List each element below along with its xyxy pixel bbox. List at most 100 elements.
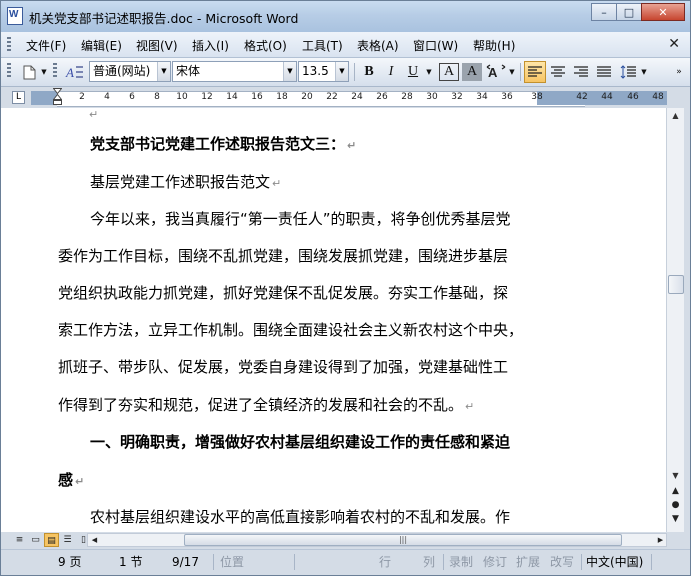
italic-button[interactable]: I <box>381 61 401 83</box>
menu-help[interactable]: 帮助(H) <box>473 37 515 54</box>
style-dropdown-icon[interactable]: ▼ <box>157 62 170 81</box>
ruler-number: 26 <box>376 92 388 102</box>
ruler-number: 2 <box>79 92 85 102</box>
outline-view-icon[interactable]: ☰ <box>60 533 75 547</box>
paragraph-text: 委作为工作目标，围绕不乱抓党建，围绕发展抓党建，围绕进步基层 <box>58 247 509 265</box>
scroll-left-icon[interactable]: ◀ <box>87 533 102 547</box>
underline-dropdown-icon[interactable]: ▼ <box>423 61 435 83</box>
new-document-dropdown-icon[interactable]: ▼ <box>39 61 49 83</box>
ruler-number: 10 <box>176 92 188 102</box>
paragraph-text: 农村基层组织建设水平的高低直接影响着农村的不乱和发展。作 <box>90 508 511 526</box>
menu-view[interactable]: 视图(V) <box>136 37 178 54</box>
next-page-icon[interactable]: ▼ <box>668 513 683 525</box>
document-close-icon[interactable]: ✕ <box>668 36 680 52</box>
style-select[interactable]: 普通(网站) ▼ <box>89 61 171 82</box>
line-spacing-dropdown-icon[interactable]: ▼ <box>639 61 649 83</box>
svg-text:A: A <box>65 65 74 80</box>
character-shading-button[interactable]: A <box>462 63 482 81</box>
style-select-value: 普通(网站) <box>93 64 151 78</box>
menu-insert[interactable]: 插入(I) <box>192 37 229 54</box>
web-view-icon[interactable]: ▭ <box>28 533 43 547</box>
document-page[interactable]: ↵ 党支部书记党建工作述职报告范文三： ↵ 基层党建工作述职报告范文 ↵ 今年以来，… <box>1 108 666 532</box>
doc-paragraph[interactable]: 党组织执政能力抓党建，抓好党建保不乱促发展。夯实工作基础，探 <box>58 282 508 303</box>
status-extend[interactable]: 扩展 <box>516 553 540 571</box>
scroll-right-icon[interactable]: ▶ <box>653 533 668 547</box>
justify-button[interactable] <box>593 61 615 83</box>
ruler-number: 46 <box>627 92 639 102</box>
font-dropdown-icon[interactable]: ▼ <box>283 62 296 81</box>
character-border-button[interactable]: A <box>439 63 459 81</box>
font-size-select[interactable]: 13.5 ▼ <box>298 61 349 82</box>
line-spacing-icon[interactable] <box>617 61 639 83</box>
doc-paragraph[interactable]: 索工作方法，立异工作机制。围绕全面建设社会主义新农村这个中央， <box>58 319 523 340</box>
caption-buttons: – □ ✕ <box>591 3 685 21</box>
word-app-icon[interactable] <box>7 7 23 25</box>
indent-marker-icon[interactable] <box>53 88 62 106</box>
status-record[interactable]: 录制 <box>449 553 473 571</box>
status-page-of: 9/17 <box>172 555 199 569</box>
menu-tools[interactable]: 工具(T) <box>302 37 343 54</box>
minimize-button[interactable]: – <box>591 3 617 21</box>
doc-paragraph[interactable]: 农村基层组织建设水平的高低直接影响着农村的不乱和发展。作 <box>90 506 510 527</box>
tab-selector-icon[interactable]: L <box>12 91 25 104</box>
doc-paragraph[interactable]: 基层党建工作述职报告范文 ↵ <box>90 171 281 192</box>
doc-subheading[interactable]: 一、明确职责，增强做好农村基层组织建设工作的责任感和紧迫 <box>90 431 510 452</box>
toolbar-separator <box>354 63 355 81</box>
scroll-up-icon[interactable]: ▲ <box>668 108 683 123</box>
horizontal-scrollbar[interactable]: ||| <box>87 533 667 547</box>
menu-window[interactable]: 窗口(W) <box>413 37 458 54</box>
status-section: 1 节 <box>119 555 143 569</box>
menubar-grip-icon[interactable] <box>7 37 11 53</box>
ruler-number: 48 <box>652 92 664 102</box>
horizontal-bar: ≡ ▭ ▤ ☰ ▯ ||| ◀ ▶ <box>1 532 690 549</box>
new-document-icon[interactable] <box>19 61 39 83</box>
character-scaling-icon[interactable]: A <box>485 61 507 83</box>
menu-table[interactable]: 表格(A) <box>357 37 399 54</box>
ruler-number: 24 <box>351 92 363 102</box>
vertical-scroll-thumb[interactable] <box>668 275 684 294</box>
doc-paragraph[interactable]: 委作为工作目标，围绕不乱抓党建，围绕发展抓党建，围绕进步基层 <box>58 245 508 266</box>
font-select[interactable]: 宋体 ▼ <box>172 61 297 82</box>
doc-heading[interactable]: 党支部书记党建工作述职报告范文三： ↵ <box>90 133 356 154</box>
vertical-scrollbar[interactable]: ▲ ▼ ▲ ● ▼ <box>666 108 684 532</box>
underline-button[interactable]: U <box>403 61 423 83</box>
toolbar-grip-icon[interactable] <box>7 63 11 79</box>
previous-page-icon[interactable]: ▲ <box>668 485 683 497</box>
doc-paragraph[interactable]: 作得到了夯实和规范，促进了全镇经济的发展和社会的不乱。 ↵ <box>58 394 474 415</box>
status-page: 9 页 <box>58 555 82 569</box>
status-language[interactable]: 中文(中国) <box>586 553 643 571</box>
menu-file[interactable]: 文件(F) <box>26 37 66 54</box>
scroll-down-icon[interactable]: ▼ <box>668 468 683 483</box>
ruler-number: 8 <box>154 92 160 102</box>
status-overwrite[interactable]: 改写 <box>550 553 574 571</box>
paragraph-mark: ↵ <box>272 177 282 190</box>
print-layout-view-icon[interactable]: ▤ <box>44 533 59 547</box>
doc-paragraph[interactable]: 今年以来，我当真履行“第一责任人”的职责，将争创优秀基层党 <box>90 208 511 229</box>
doc-paragraph[interactable]: 抓班子、带步队、促发展，党委自身建设得到了加强，党建基础性工 <box>58 356 508 377</box>
styles-pane-icon[interactable]: A <box>63 61 87 83</box>
select-browse-object-icon[interactable]: ● <box>668 499 683 511</box>
normal-view-icon[interactable]: ≡ <box>12 533 27 547</box>
toolbar-options-icon[interactable]: » <box>673 61 685 83</box>
status-revise[interactable]: 修订 <box>483 553 507 571</box>
close-button[interactable]: ✕ <box>641 3 685 21</box>
ruler-number: 44 <box>601 92 613 102</box>
ruler-number: 20 <box>301 92 313 102</box>
menu-edit[interactable]: 编辑(E) <box>81 37 122 54</box>
align-center-button[interactable] <box>547 61 569 83</box>
font-size-dropdown-icon[interactable]: ▼ <box>335 62 348 81</box>
doc-subheading[interactable]: 感 ↵ <box>58 469 84 490</box>
menu-format[interactable]: 格式(O) <box>244 37 287 54</box>
horizontal-scroll-thumb[interactable]: ||| <box>184 534 622 546</box>
maximize-button[interactable]: □ <box>616 3 642 21</box>
status-column: 列 <box>423 555 436 569</box>
scaling-dropdown-icon[interactable]: ▼ <box>507 61 517 83</box>
paragraph-text: 今年以来，我当真履行“第一责任人”的职责，将争创优秀基层党 <box>90 210 511 228</box>
menu-bar: 文件(F) 编辑(E) 视图(V) 插入(I) 格式(O) 工具(T) 表格(A… <box>1 32 690 58</box>
align-left-button[interactable] <box>524 61 546 83</box>
font-select-value: 宋体 <box>176 64 201 78</box>
align-right-button[interactable] <box>570 61 592 83</box>
bold-button[interactable]: B <box>359 61 379 83</box>
toolbar-grip-icon-2[interactable] <box>53 63 57 79</box>
toolbar-separator-2 <box>520 63 521 81</box>
